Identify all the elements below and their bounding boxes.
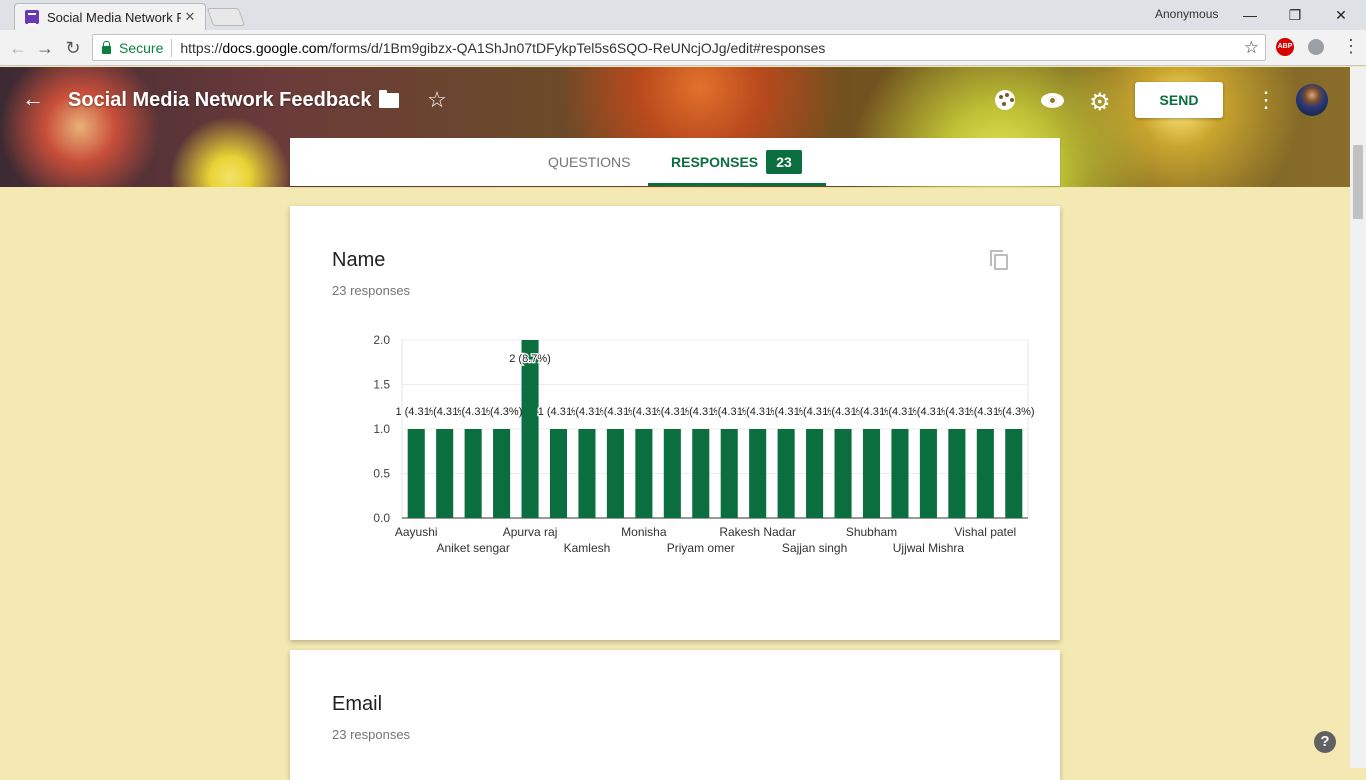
tab-title: Social Media Network Fe <box>47 9 181 25</box>
browser-tab-strip: Social Media Network Fe ✕ Anonymous — ❐ … <box>0 0 1366 30</box>
bar-chart: 2.01.51.00.50.01 (4.3%)1 (4.3%)1 (4.3%)1… <box>373 333 1035 555</box>
bar <box>635 429 653 518</box>
avatar[interactable] <box>1296 84 1328 116</box>
bar <box>692 429 710 518</box>
bar <box>493 429 511 518</box>
bar <box>834 429 852 518</box>
bar <box>1005 429 1023 518</box>
preview-eye-icon[interactable] <box>1041 93 1064 108</box>
x-category-label: Ujjwal Mishra <box>893 541 965 555</box>
send-button[interactable]: SEND <box>1135 82 1223 118</box>
y-tick-label: 2.0 <box>373 333 390 347</box>
address-divider <box>171 38 173 57</box>
browser-toolbar: ← → ↻ Secure https://docs.google.com/for… <box>0 30 1366 66</box>
minimize-icon[interactable]: — <box>1227 4 1273 26</box>
bar <box>806 429 824 518</box>
bar <box>578 429 596 518</box>
bar <box>891 429 909 518</box>
y-tick-label: 1.5 <box>373 378 390 392</box>
y-tick-label: 0.0 <box>373 511 390 525</box>
bar <box>549 429 568 518</box>
bar-data-label: 2 (8.7%) <box>509 353 551 365</box>
extension-icon[interactable] <box>1308 39 1324 55</box>
scrollbar-thumb[interactable] <box>1353 145 1363 219</box>
bar <box>777 429 795 518</box>
x-category-label: Priyam omer <box>667 541 735 555</box>
tab-responses[interactable]: RESPONSES <box>671 154 758 170</box>
bar <box>663 429 681 518</box>
adblock-extension-icon[interactable]: ABP <box>1276 38 1294 56</box>
x-category-label: Sajjan singh <box>782 541 847 555</box>
x-category-label: Apurva raj <box>503 525 558 539</box>
x-category-label: Kamlesh <box>564 541 611 555</box>
form-title: Social Media Network Feedback <box>68 89 372 111</box>
restore-icon[interactable]: ❐ <box>1272 4 1318 26</box>
back-icon[interactable]: ← <box>22 86 44 112</box>
x-category-label: Vishal patel <box>954 525 1016 539</box>
url-path: /forms/d/1Bm9gibzx-QA1ShJn07tDFykpTel5s6… <box>328 39 826 56</box>
more-options-icon[interactable]: ⋮ <box>1255 87 1277 113</box>
folder-icon[interactable] <box>379 90 399 108</box>
lock-icon <box>102 40 111 54</box>
forms-favicon-icon <box>25 10 39 25</box>
bar <box>862 429 881 518</box>
browser-menu-icon[interactable]: ⋮ <box>1342 36 1360 57</box>
x-category-label: Rakesh Nadar <box>719 525 796 539</box>
star-icon[interactable]: ☆ <box>424 87 450 113</box>
url-prefix: https:// <box>180 39 223 56</box>
address-bar[interactable]: Secure https://docs.google.com/forms/d/1… <box>92 34 1266 61</box>
close-window-icon[interactable]: ✕ <box>1318 4 1364 26</box>
secure-label: Secure <box>119 39 164 56</box>
url-text: https://docs.google.com/forms/d/1Bm9gibz… <box>180 40 1243 56</box>
x-category-label: Shubham <box>846 525 897 539</box>
response-count: 23 responses <box>332 283 411 298</box>
tab-close-icon[interactable]: ✕ <box>181 9 199 25</box>
bar <box>606 429 624 518</box>
bar <box>976 429 994 518</box>
question-card-name: Name 23 responses 2.0 1.5 1.0 0.5 0.0 1 (4.3%… <box>290 206 1060 640</box>
bar <box>464 429 482 518</box>
responses-count-badge: 23 <box>766 150 802 174</box>
bar <box>436 429 454 518</box>
bar <box>720 429 738 518</box>
bar-data-label: 1 (4.3%) <box>993 406 1035 418</box>
y-tick-label: 0.5 <box>373 467 390 481</box>
browser-tab[interactable]: Social Media Network Fe ✕ <box>14 3 206 30</box>
bar <box>948 429 966 518</box>
page-scrollbar[interactable] <box>1350 67 1366 768</box>
bookmark-star-icon[interactable]: ☆ <box>1244 38 1259 58</box>
bar <box>919 429 937 518</box>
question-title: Name <box>332 249 386 271</box>
back-arrow-icon[interactable]: ← <box>6 36 30 60</box>
x-category-label: Aayushi <box>395 525 438 539</box>
url-host: docs.google.com <box>222 39 329 56</box>
x-category-label: Aniket sengar <box>436 541 509 555</box>
question-card-email: Email 23 responses <box>290 650 1060 780</box>
active-tab-indicator <box>648 183 826 186</box>
incognito-label: Anonymous <box>1155 7 1219 21</box>
palette-icon[interactable] <box>995 90 1015 110</box>
bar <box>749 429 767 518</box>
new-tab-button[interactable] <box>206 8 246 26</box>
gear-icon[interactable]: ⚙ <box>1089 88 1111 117</box>
bar <box>407 429 425 518</box>
form-tabs: QUESTIONS RESPONSES 23 <box>290 138 1060 186</box>
reload-icon[interactable]: ↻ <box>61 36 85 60</box>
tab-questions[interactable]: QUESTIONS <box>548 154 630 170</box>
help-icon[interactable]: ? <box>1314 731 1336 753</box>
y-tick-label: 1.0 <box>373 422 390 436</box>
forward-arrow-icon[interactable]: → <box>33 36 57 60</box>
x-category-label: Monisha <box>621 525 667 539</box>
bar <box>521 340 539 518</box>
copy-chart-icon[interactable] <box>990 250 1008 270</box>
question-title: Email <box>332 693 383 715</box>
bar-data-label: 1 (4.3%) <box>481 406 523 418</box>
response-count: 23 responses <box>332 727 411 742</box>
